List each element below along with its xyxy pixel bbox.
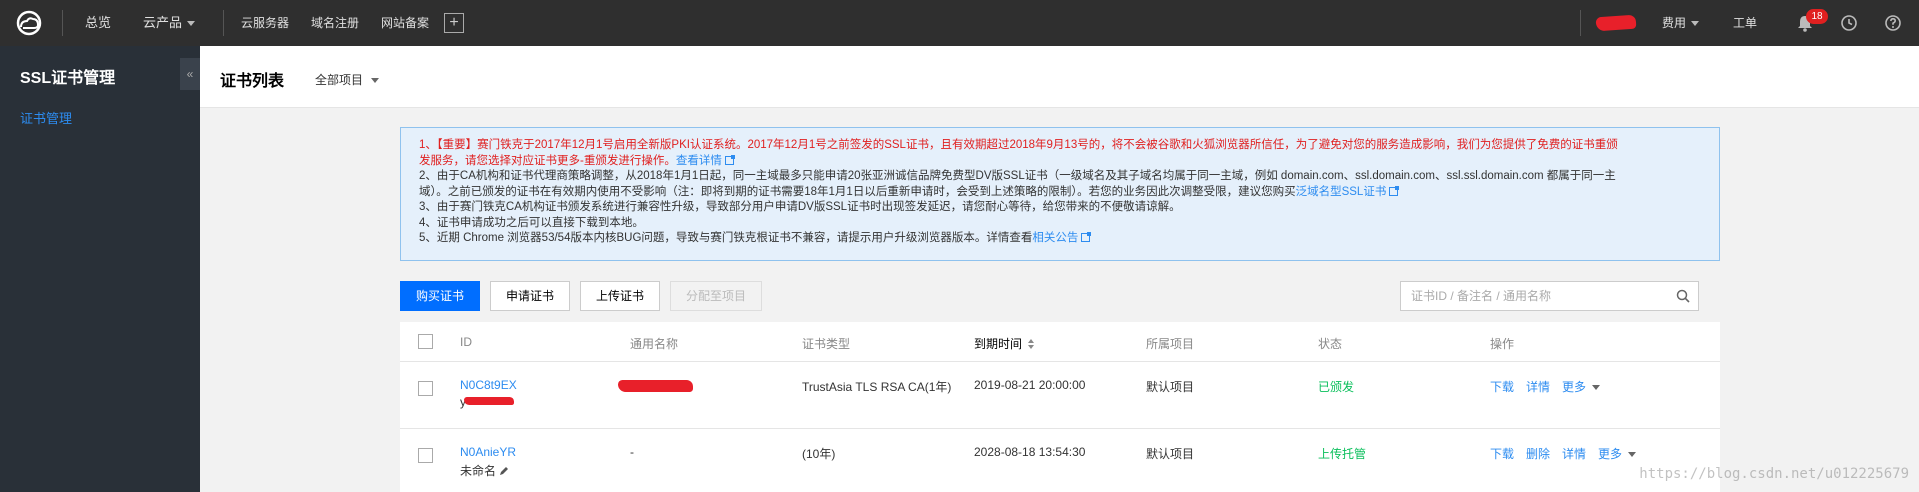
table-header: ID 通用名称 证书类型 到期时间 所属项目 状态 操作 [400, 322, 1720, 362]
download-link[interactable]: 下载 [1490, 380, 1514, 394]
redaction-mark [618, 380, 693, 392]
project-select-value: 全部项目 [315, 73, 364, 87]
col-id: ID [460, 335, 472, 349]
details-link[interactable]: 详情 [1526, 380, 1550, 394]
nav-domain[interactable]: 域名注册 [311, 0, 359, 46]
cert-remark-edit[interactable]: 未命名 [460, 462, 509, 479]
external-link-icon [1389, 185, 1400, 196]
nav-tickets[interactable]: 工单 [1733, 0, 1757, 46]
row-actions: 下载 详情 更多 [1490, 378, 1612, 395]
related-announcement-link[interactable]: 相关公告 [1032, 232, 1078, 244]
cert-expire: 2028-08-18 13:54:30 [974, 445, 1086, 459]
watermark: https://blog.csdn.net/u012225679 [1639, 466, 1909, 482]
page-title: 证书列表 [220, 73, 285, 90]
cert-project: 默认项目 [1146, 447, 1195, 461]
col-actions: 操作 [1490, 337, 1515, 351]
search-icon[interactable] [1676, 289, 1690, 303]
sort-icon [1028, 339, 1035, 349]
clock-icon[interactable] [1840, 14, 1858, 32]
table-row: N0C8t9EX y TrustAsia TLS RSA CA(1年) 2019… [400, 363, 1720, 429]
more-dropdown[interactable]: 更多 [1562, 380, 1600, 394]
notification-count-badge: 18 [1806, 9, 1828, 24]
nav-products-label: 云产品 [143, 15, 183, 30]
sidebar: SSL证书管理 « 证书管理 [0, 46, 200, 492]
nav-overview[interactable]: 总览 [85, 0, 111, 46]
notice-item-2-cont: 域）。之前已颁发的证书在有效期内使用不受影响（注：即将到期的证书需要18年1月1… [419, 185, 1705, 201]
upload-certificate-button[interactable]: 上传证书 [580, 281, 660, 311]
cert-project: 默认项目 [1146, 380, 1195, 394]
col-expire-label: 到期时间 [974, 337, 1023, 351]
delete-link[interactable]: 删除 [1526, 447, 1550, 461]
search-box [1400, 281, 1699, 311]
divider [223, 10, 224, 36]
chevron-down-icon [1691, 21, 1700, 27]
row-checkbox[interactable] [418, 448, 433, 463]
external-link-icon [1081, 232, 1092, 242]
col-type: 证书类型 [802, 337, 851, 351]
redaction-mark [464, 397, 514, 405]
help-icon[interactable] [1884, 14, 1902, 32]
notice-item-2-text2: 域）。之前已颁发的证书在有效期内使用不受影响（注：即将到期的证书需要18年1月1… [419, 185, 1296, 198]
row-actions: 下载 删除 详情 更多 [1490, 445, 1648, 462]
nav-products-dropdown[interactable]: 云产品 [143, 0, 196, 46]
notice-item-1-text2: 发服务，请您选择对应证书更多-重颁发进行操作。 [419, 154, 676, 167]
cert-type: TrustAsia TLS RSA CA(1年) [802, 380, 952, 394]
cert-id-link[interactable]: N0AnieYR [460, 445, 516, 459]
nav-icp[interactable]: 网站备案 [381, 0, 429, 46]
col-status: 状态 [1318, 337, 1343, 351]
cert-id-link[interactable]: N0C8t9EX [460, 378, 517, 392]
notice-panel: 1、【重要】赛门铁克于2017年12月1号启用全新版PKI认证系统。2017年1… [400, 127, 1720, 261]
view-details-link[interactable]: 查看详情 [676, 155, 722, 167]
certificate-table: ID 通用名称 证书类型 到期时间 所属项目 状态 操作 N0C8t9EX y … [400, 322, 1720, 492]
cert-expire: 2019-08-21 20:00:00 [974, 378, 1086, 392]
status-badge: 上传托管 [1318, 447, 1367, 461]
notice-item-1: 1、【重要】赛门铁克于2017年12月1号启用全新版PKI认证系统。2017年1… [419, 138, 1705, 154]
col-expire-sort[interactable]: 到期时间 [974, 335, 1035, 352]
wildcard-ssl-link[interactable]: 泛域名型SSL证书 [1296, 186, 1387, 198]
select-all-checkbox[interactable] [418, 334, 433, 349]
notice-item-1-cont: 发服务，请您选择对应证书更多-重颁发进行操作。查看详情 [419, 154, 1705, 170]
nav-cvm[interactable]: 云服务器 [241, 0, 289, 46]
notice-item-4: 4、证书申请成功之后可以直接下载到本地。 [419, 216, 644, 229]
table-row: N0AnieYR 未命名 - (10年) 2028-08-18 13:54:30… [400, 430, 1720, 492]
divider [1580, 10, 1581, 36]
notice-item-3: 3、由于赛门铁克CA机构证书颁发系统进行兼容性升级，导致部分用户申请DV版SSL… [419, 201, 1181, 213]
buy-certificate-button[interactable]: 购买证书 [400, 281, 480, 311]
col-project: 所属项目 [1146, 337, 1195, 351]
cloud-logo-icon[interactable] [12, 9, 46, 37]
top-navbar: 总览 云产品 云服务器 域名注册 网站备案 + 费用 工单 18 [0, 0, 1919, 46]
nav-billing-label: 费用 [1662, 16, 1687, 30]
download-link[interactable]: 下载 [1490, 447, 1514, 461]
search-input[interactable] [1411, 282, 1661, 310]
avatar[interactable] [1595, 14, 1637, 32]
project-select[interactable]: 全部项目 [315, 71, 380, 88]
pencil-icon[interactable] [499, 466, 509, 476]
row-checkbox[interactable] [418, 381, 433, 396]
collapse-sidebar-icon[interactable]: « [180, 58, 200, 90]
sidebar-title: SSL证书管理 [20, 70, 116, 87]
sidebar-item-cert-management[interactable]: 证书管理 [20, 108, 72, 127]
notice-item-2: 2、由于CA机构和证书代理商策略调整，从2018年1月1日起，同一主域最多只能申… [419, 170, 1616, 182]
cert-type: (10年) [802, 447, 836, 461]
status-badge: 已颁发 [1318, 380, 1355, 394]
chevron-down-icon [371, 78, 380, 84]
add-shortcut-icon[interactable]: + [444, 13, 464, 33]
notice-item-1-text: 1、【重要】赛门铁克于2017年12月1号启用全新版PKI认证系统。2017年1… [419, 139, 1618, 151]
nav-billing-dropdown[interactable]: 费用 [1662, 0, 1700, 46]
notice-item-5-text: 5、近期 Chrome 浏览器53/54版本内核BUG问题，导致与赛门铁克根证书… [419, 232, 1033, 244]
assign-project-button[interactable]: 分配至项目 [670, 281, 762, 311]
page-header: 证书列表 全部项目 [200, 46, 1919, 108]
divider [62, 10, 63, 36]
col-common-name: 通用名称 [630, 337, 679, 351]
chevron-down-icon [187, 21, 196, 27]
apply-certificate-button[interactable]: 申请证书 [490, 281, 570, 311]
cert-remark: 未命名 [460, 464, 497, 478]
notice-item-5: 5、近期 Chrome 浏览器53/54版本内核BUG问题，导致与赛门铁克根证书… [419, 231, 1705, 247]
details-link[interactable]: 详情 [1562, 447, 1586, 461]
cert-common-name: - [630, 445, 634, 459]
more-dropdown[interactable]: 更多 [1598, 447, 1636, 461]
external-link-icon [724, 154, 735, 165]
